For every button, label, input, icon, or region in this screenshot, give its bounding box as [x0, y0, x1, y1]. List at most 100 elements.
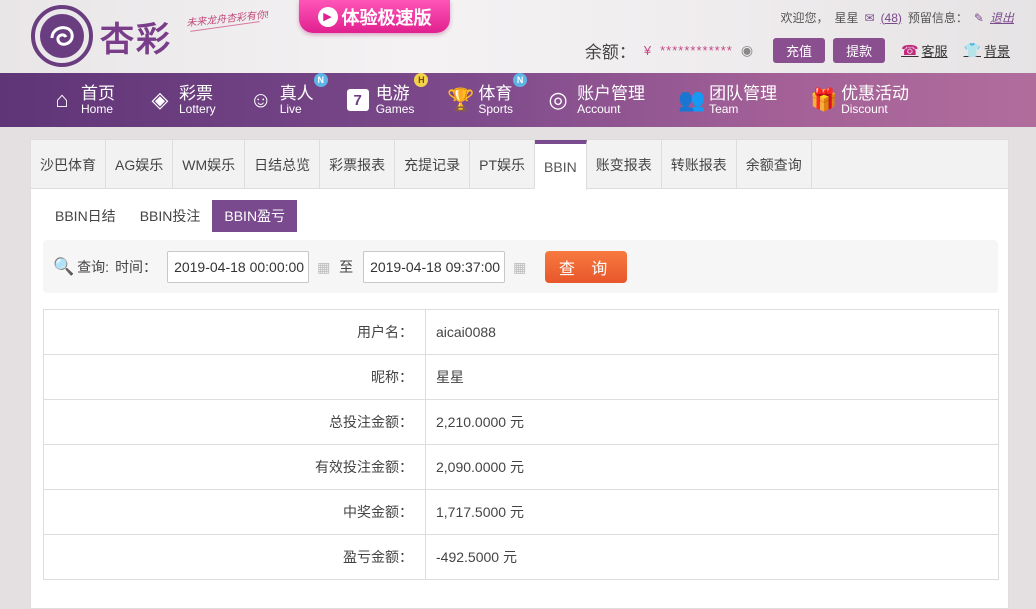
- nav-lottery[interactable]: ◈ 彩票 Lottery: [148, 83, 216, 116]
- games-icon: 7: [346, 89, 369, 111]
- tab-ag[interactable]: AG娱乐: [106, 140, 174, 189]
- start-time-input[interactable]: [167, 250, 310, 283]
- username: 星星: [834, 11, 859, 25]
- customer-service-label: 客服: [921, 44, 948, 59]
- tab-account-change-report[interactable]: 账变报表: [587, 140, 662, 189]
- play-icon: ▶: [317, 6, 338, 27]
- row-value: -492.5000 元: [425, 534, 999, 580]
- mail-icon[interactable]: ✉: [865, 11, 875, 25]
- search-icon: 🔍: [53, 256, 75, 276]
- subtab-bbin-bets[interactable]: BBIN投注: [128, 200, 213, 232]
- query-button[interactable]: 查 询: [545, 250, 628, 283]
- nav-sublabel: Account: [577, 101, 621, 116]
- row-value: 1,717.5000 元: [425, 489, 999, 535]
- nav-sublabel: Discount: [841, 101, 888, 116]
- row-value: 2,090.0000 元: [425, 444, 999, 490]
- headset-icon: ☎: [901, 42, 919, 58]
- nav-sublabel: Home: [81, 101, 114, 116]
- row-label: 用户名：: [43, 309, 426, 355]
- edit-icon[interactable]: ✎: [974, 11, 984, 25]
- nav-sublabel: Team: [709, 101, 739, 116]
- tab-balance-query[interactable]: 余额查询: [737, 140, 812, 189]
- home-icon: ⌂: [55, 87, 69, 112]
- account-icon: ◎: [548, 87, 568, 112]
- profit-loss-table: 用户名： aicai0088 昵称： 星星 总投注金额： 2,210.0000 …: [43, 309, 999, 580]
- tab-bbin[interactable]: BBIN: [535, 140, 587, 190]
- brand-name: 杏彩: [100, 20, 172, 60]
- balance-value: ************: [660, 43, 733, 58]
- promo-label: 体验极速版: [341, 7, 432, 28]
- bbin-subtabs: BBIN日结 BBIN投注 BBIN盈亏: [43, 200, 298, 232]
- nav-label: 账户管理: [577, 83, 646, 103]
- promo-fast-version-button[interactable]: ▶ 体验极速版: [299, 0, 450, 33]
- nav-discount[interactable]: 🎁 优惠活动 Discount: [810, 83, 910, 116]
- subtab-bbin-profit-loss[interactable]: BBIN盈亏: [212, 200, 298, 232]
- tab-shaba-sports[interactable]: 沙巴体育: [31, 140, 106, 189]
- nav-label: 电游: [375, 83, 410, 103]
- table-row: 用户名： aicai0088: [43, 309, 999, 355]
- table-row: 总投注金额： 2,210.0000 元: [43, 399, 999, 445]
- to-label: 至: [339, 258, 354, 275]
- nav-label: 彩票: [179, 83, 213, 103]
- nav-label: 团队管理: [709, 83, 778, 103]
- deposit-button[interactable]: 充值: [773, 38, 826, 63]
- sports-icon: 🏆: [447, 87, 475, 112]
- nav-sports[interactable]: 🏆 体育 Sports N: [447, 72, 528, 116]
- balance-label: 余额：: [584, 43, 636, 62]
- nav-live[interactable]: ☺ 真人 Live N: [249, 72, 328, 116]
- logout-link[interactable]: 退出: [990, 9, 1014, 26]
- background-link[interactable]: 👕 背景: [964, 41, 1010, 60]
- row-label: 总投注金额：: [43, 399, 426, 445]
- nav-sublabel: Live: [279, 101, 302, 116]
- tab-wm[interactable]: WM娱乐: [173, 140, 246, 189]
- nav-sublabel: Sports: [478, 101, 514, 116]
- tab-lottery-report[interactable]: 彩票报表: [320, 140, 396, 189]
- nav-label: 体育: [478, 83, 513, 103]
- withdraw-button[interactable]: 提款: [833, 38, 886, 63]
- user-info: 欢迎您， 星星 ✉ (48) 预留信息： ✎ 退出: [780, 9, 1014, 26]
- row-label: 有效投注金额：: [43, 444, 426, 490]
- balance-row: 余额： ¥ ************ ◉ 充值 提款 ☎ 客服 👕 背景: [585, 38, 1010, 63]
- tab-deposit-withdraw-records[interactable]: 充提记录: [395, 140, 471, 189]
- nav-sublabel: Games: [375, 101, 415, 116]
- shirt-icon: 👕: [963, 42, 981, 58]
- reserved-info-label: 预留信息：: [907, 11, 968, 25]
- tab-pt[interactable]: PT娱乐: [470, 140, 536, 189]
- row-value: aicai0088: [425, 309, 999, 355]
- nav-account[interactable]: ◎ 账户管理 Account: [546, 83, 646, 116]
- welcome-text: 欢迎您，: [780, 11, 829, 25]
- report-tabs: 沙巴体育 AG娱乐 WM娱乐 日结总览 彩票报表 充提记录 PT娱乐 BBIN …: [31, 140, 1008, 190]
- table-row: 盈亏金额： -492.5000 元: [43, 534, 999, 580]
- new-badge: N: [313, 72, 328, 87]
- search-bar: 🔍 查询: 时间： ▦ 至 ▦ 查 询: [43, 240, 998, 293]
- table-row: 中奖金额： 1,717.5000 元: [43, 489, 999, 535]
- nav-sublabel: Lottery: [179, 101, 216, 116]
- tab-transfer-report[interactable]: 转账报表: [662, 140, 737, 189]
- logo-icon[interactable]: [30, 4, 94, 68]
- calendar-icon[interactable]: ▦: [513, 259, 529, 275]
- lottery-icon: ◈: [151, 87, 169, 112]
- nav-home[interactable]: ⌂ 首页 Home: [50, 83, 115, 116]
- nav-team[interactable]: 👥 团队管理 Team: [678, 83, 778, 116]
- end-time-input[interactable]: [363, 250, 506, 283]
- report-panel: 沙巴体育 AG娱乐 WM娱乐 日结总览 彩票报表 充提记录 PT娱乐 BBIN …: [30, 139, 1009, 609]
- eye-icon[interactable]: ◉: [741, 42, 753, 59]
- nav-games[interactable]: 7 电游 Games H: [346, 72, 429, 116]
- row-label: 盈亏金额：: [43, 534, 426, 580]
- message-count-link[interactable]: (48): [881, 11, 902, 25]
- live-icon: ☺: [249, 87, 272, 112]
- header: 杏彩 未来龙舟杏彩有你! ▶ 体验极速版 欢迎您， 星星 ✉ (48) 预留信息…: [0, 0, 1036, 73]
- team-icon: 👥: [678, 87, 706, 112]
- calendar-icon[interactable]: ▦: [317, 259, 333, 275]
- nav-label: 优惠活动: [841, 83, 910, 103]
- nav-label: 首页: [81, 83, 115, 103]
- table-row: 有效投注金额： 2,090.0000 元: [43, 444, 999, 490]
- subtab-bbin-daily[interactable]: BBIN日结: [43, 200, 128, 232]
- background-label: 背景: [983, 44, 1010, 59]
- tab-daily-overview[interactable]: 日结总览: [245, 140, 321, 189]
- query-label: 查询:: [77, 258, 110, 275]
- customer-service-link[interactable]: ☎ 客服: [901, 41, 947, 60]
- balance-currency: ¥: [643, 43, 653, 58]
- table-row: 昵称： 星星: [43, 354, 999, 400]
- discount-icon: 🎁: [810, 87, 838, 112]
